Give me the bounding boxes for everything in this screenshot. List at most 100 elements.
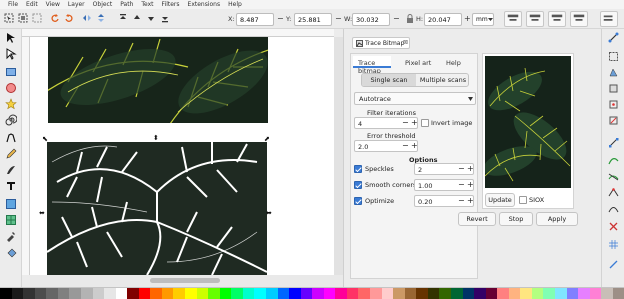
select-all-icon[interactable] [4, 13, 14, 23]
apply-button[interactable]: Apply [536, 212, 578, 226]
palette-swatch[interactable] [196, 288, 209, 299]
palette-swatch[interactable] [450, 288, 463, 299]
palette-swatch[interactable] [497, 288, 509, 299]
revert-button[interactable]: Revert [458, 212, 496, 226]
palette-swatch[interactable] [254, 288, 266, 299]
h-field[interactable]: 20.047 [424, 13, 462, 26]
select-all-layers-icon[interactable] [18, 13, 28, 23]
scale-handle-e[interactable]: ⬌ [266, 210, 272, 217]
h-plus-button[interactable]: + [464, 14, 471, 23]
palette-swatch[interactable] [150, 288, 162, 299]
menu-path[interactable]: Path [116, 1, 137, 8]
update-button[interactable]: Update [485, 193, 515, 207]
rotate-ccw-icon[interactable] [50, 13, 60, 23]
scale-stroke-button[interactable] [504, 11, 522, 27]
palette-swatch[interactable] [323, 288, 336, 299]
palette-swatch[interactable] [346, 288, 359, 299]
palette-swatch[interactable] [566, 288, 579, 299]
raise-to-top-icon[interactable] [118, 13, 128, 23]
palette-swatch[interactable] [92, 288, 105, 299]
palette-swatch[interactable] [404, 288, 417, 299]
palette-swatch[interactable] [335, 288, 347, 299]
toolbar-overflow-button[interactable] [600, 11, 618, 27]
scale-handle-w[interactable]: ⬌ [39, 210, 45, 217]
palette-swatch[interactable] [115, 288, 128, 299]
x-field[interactable]: 8.487 [236, 13, 274, 26]
calligraphy-tool-icon[interactable] [5, 164, 17, 176]
palette-swatch[interactable] [462, 288, 475, 299]
palette-swatch[interactable] [57, 288, 70, 299]
raise-icon[interactable] [132, 13, 142, 23]
menu-help[interactable]: Help [224, 1, 246, 8]
smooth-corners-field[interactable]: 1.00 − + [414, 179, 474, 191]
speckles-field[interactable]: 2 − + [414, 163, 474, 175]
menu-filters[interactable]: Filters [158, 1, 184, 8]
transform-gradients-button[interactable] [548, 11, 566, 27]
palette-swatch[interactable] [578, 288, 590, 299]
menu-object[interactable]: Object [89, 1, 117, 8]
palette-swatch[interactable] [219, 288, 232, 299]
palette-swatch[interactable] [277, 288, 290, 299]
lower-icon[interactable] [146, 13, 156, 23]
snap-midpoint-icon[interactable] [608, 99, 619, 110]
error-threshold-minus[interactable]: − [402, 141, 409, 150]
palette-swatch[interactable] [173, 288, 185, 299]
palette-swatch[interactable] [127, 288, 139, 299]
palette-swatch[interactable] [23, 288, 35, 299]
menu-file[interactable]: File [4, 1, 22, 8]
palette-swatch[interactable] [34, 288, 47, 299]
scale-corners-button[interactable] [526, 11, 544, 27]
stop-button[interactable]: Stop [499, 212, 533, 226]
palette-swatch[interactable] [185, 288, 197, 299]
vertical-ruler[interactable] [22, 37, 30, 275]
original-leaf-image[interactable] [48, 37, 268, 123]
text-tool-icon[interactable] [5, 180, 17, 192]
canvas-vertical-scrollbar[interactable] [334, 37, 343, 275]
rectangle-tool-icon[interactable] [5, 66, 17, 78]
filter-iterations-minus[interactable]: − [402, 118, 409, 127]
palette-swatch[interactable] [370, 288, 382, 299]
snap-guide-icon[interactable] [608, 259, 619, 270]
filter-iterations-plus[interactable]: + [411, 118, 418, 127]
palette-swatch[interactable] [427, 288, 440, 299]
scale-handle-nw[interactable]: ⬉ [42, 136, 48, 143]
palette-swatch[interactable] [531, 288, 544, 299]
palette-swatch[interactable] [46, 288, 58, 299]
algorithm-select[interactable]: Autotrace [354, 92, 476, 105]
canvas-horizontal-scrollbar[interactable] [30, 275, 343, 287]
single-scan-button[interactable]: Single scan [362, 74, 416, 86]
menu-extensions[interactable]: Extensions [184, 1, 225, 8]
palette-swatch[interactable] [439, 288, 451, 299]
pen-tool-icon[interactable] [5, 132, 17, 144]
invert-image-checkbox[interactable] [421, 119, 429, 127]
palette-swatch[interactable] [416, 288, 428, 299]
optimize-field[interactable]: 0.20 − + [414, 195, 474, 207]
snap-bbox-icon[interactable] [608, 51, 619, 62]
tab-help[interactable]: Help [446, 59, 461, 67]
tab-trace-bitmap[interactable]: Trace bitmap [353, 56, 391, 75]
speckles-checkbox[interactable] [354, 165, 362, 173]
palette-swatch[interactable] [104, 288, 116, 299]
palette-swatch[interactable] [289, 288, 301, 299]
snap-paths-icon[interactable] [608, 155, 619, 166]
color-palette[interactable] [0, 287, 624, 299]
spiral-tool-icon[interactable] [5, 114, 17, 126]
palette-swatch[interactable] [543, 288, 555, 299]
menu-view[interactable]: View [42, 1, 64, 8]
paint-bucket-tool-icon[interactable] [5, 248, 17, 260]
palette-swatch[interactable] [161, 288, 174, 299]
speckles-plus[interactable]: + [467, 164, 474, 173]
palette-swatch[interactable] [474, 288, 486, 299]
snap-grid-icon[interactable] [608, 239, 619, 250]
rotate-cw-icon[interactable] [64, 13, 74, 23]
error-threshold-field[interactable]: 2.0 − + [354, 140, 418, 152]
palette-swatch[interactable] [612, 288, 624, 299]
palette-swatch[interactable] [555, 288, 567, 299]
siox-checkbox[interactable] [519, 196, 527, 204]
optimize-plus[interactable]: + [467, 196, 474, 205]
flip-vertical-icon[interactable] [96, 13, 106, 23]
x-minus-button[interactable]: − [277, 14, 284, 23]
w-field[interactable]: 30.032 [352, 13, 390, 26]
palette-swatch[interactable] [265, 288, 278, 299]
palette-swatch[interactable] [393, 288, 405, 299]
